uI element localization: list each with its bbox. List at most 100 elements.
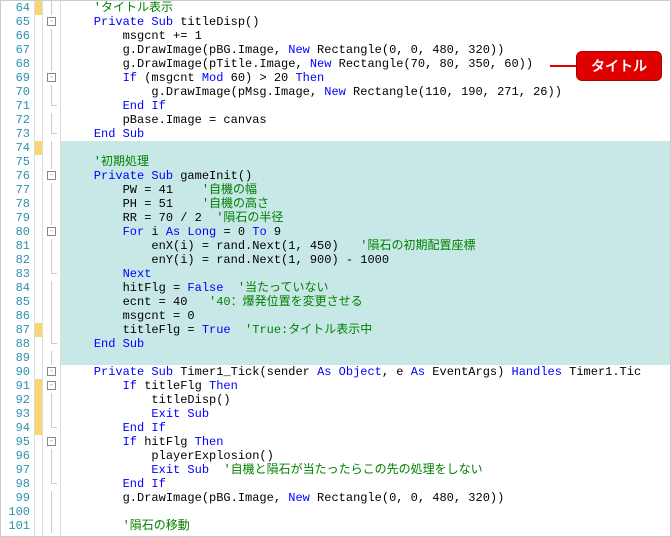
code-line[interactable]: enX(i) = rand.Next(1, 450) '隕石の初期配置座標 [61, 239, 670, 253]
code-line[interactable]: End Sub [61, 127, 670, 141]
fold-cell[interactable]: - [43, 169, 60, 183]
code-line[interactable]: msgcnt = 0 [61, 309, 670, 323]
code-line[interactable]: titleDisp() [61, 393, 670, 407]
code-token: '初期処理 [65, 155, 149, 169]
code-token: End If [123, 99, 166, 113]
code-line[interactable]: For i As Long = 0 To 9 [61, 225, 670, 239]
line-number: 77 [1, 183, 30, 197]
code-token: titleFlg [137, 379, 209, 393]
change-marker [35, 155, 42, 169]
code-token: '隕石の半径 [216, 211, 283, 225]
fold-toggle-icon[interactable]: - [47, 171, 56, 180]
code-line[interactable]: If (msgcnt Mod 60) > 20 Then [61, 71, 670, 85]
code-token [65, 71, 123, 85]
code-line[interactable]: PW = 41 '自機の幅 [61, 183, 670, 197]
code-token: As [411, 365, 425, 379]
code-line[interactable]: Exit Sub '自機と隕石が当たったらこの先の処理をしない [61, 463, 670, 477]
code-token: , e [382, 365, 411, 379]
code-token: If [123, 435, 137, 449]
code-token [65, 463, 151, 477]
code-token: End If [123, 477, 166, 491]
change-marker [35, 281, 42, 295]
code-line[interactable]: g.DrawImage(pMsg.Image, New Rectangle(11… [61, 85, 670, 99]
code-line[interactable]: Exit Sub [61, 407, 670, 421]
code-token: msgcnt = 0 [65, 309, 195, 323]
code-line[interactable]: If titleFlg Then [61, 379, 670, 393]
fold-cell[interactable]: - [43, 379, 60, 393]
code-line[interactable]: PH = 51 '自機の高さ [61, 197, 670, 211]
code-area[interactable]: 'タイトル表示 Private Sub titleDisp() msgcnt +… [61, 1, 670, 536]
code-line[interactable]: Private Sub titleDisp() [61, 15, 670, 29]
change-marker [35, 519, 42, 533]
code-token [231, 323, 245, 337]
code-line[interactable]: Next [61, 267, 670, 281]
code-token: 9 [267, 225, 281, 239]
code-line[interactable] [61, 505, 670, 519]
code-line[interactable]: msgcnt += 1 [61, 29, 670, 43]
code-line[interactable]: Private Sub gameInit() [61, 169, 670, 183]
change-marker [35, 127, 42, 141]
fold-cell [43, 449, 60, 463]
code-line[interactable]: End If [61, 99, 670, 113]
fold-toggle-icon[interactable]: - [47, 17, 56, 26]
fold-cell [43, 127, 60, 141]
code-token: ecnt = 40 [65, 295, 209, 309]
fold-toggle-icon[interactable]: - [47, 227, 56, 236]
code-line[interactable]: pBase.Image = canvas [61, 113, 670, 127]
fold-cell[interactable]: - [43, 225, 60, 239]
fold-cell [43, 351, 60, 365]
fold-cell[interactable]: - [43, 15, 60, 29]
code-line[interactable]: '初期処理 [61, 155, 670, 169]
fold-cell [43, 197, 60, 211]
fold-cell[interactable]: - [43, 435, 60, 449]
fold-toggle-icon[interactable]: - [47, 381, 56, 390]
code-line[interactable]: playerExplosion() [61, 449, 670, 463]
code-line[interactable]: enY(i) = rand.Next(1, 900) - 1000 [61, 253, 670, 267]
fold-cell [43, 337, 60, 351]
code-line[interactable]: g.DrawImage(pBG.Image, New Rectangle(0, … [61, 491, 670, 505]
code-line[interactable]: titleFlg = True 'True:タイトル表示中 [61, 323, 670, 337]
fold-cell [43, 295, 60, 309]
code-line[interactable]: hitFlg = False '当たっていない [61, 281, 670, 295]
code-line[interactable]: g.DrawImage(pBG.Image, New Rectangle(0, … [61, 43, 670, 57]
change-marker [35, 379, 42, 393]
change-marker [35, 407, 42, 421]
fold-toggle-icon[interactable]: - [47, 437, 56, 446]
change-marker [35, 85, 42, 99]
code-line[interactable]: If hitFlg Then [61, 435, 670, 449]
code-token: For [123, 225, 145, 239]
code-line[interactable] [61, 141, 670, 155]
code-line[interactable]: End If [61, 421, 670, 435]
change-marker [35, 421, 42, 435]
line-number: 75 [1, 155, 30, 169]
code-token: '自機の高さ [202, 197, 269, 211]
fold-toggle-icon[interactable]: - [47, 73, 56, 82]
fold-cell[interactable]: - [43, 365, 60, 379]
code-line[interactable]: g.DrawImage(pTitle.Image, New Rectangle(… [61, 57, 670, 71]
code-token: '当たっていない [238, 281, 329, 295]
line-number: 67 [1, 43, 30, 57]
line-number: 91 [1, 379, 30, 393]
code-line[interactable]: RR = 70 / 2 '隕石の半径 [61, 211, 670, 225]
line-number: 88 [1, 337, 30, 351]
code-token: '自機と隕石が当たったらこの先の処理をしない [223, 463, 482, 477]
fold-cell [43, 519, 60, 533]
code-line[interactable]: End Sub [61, 337, 670, 351]
code-line[interactable]: ecnt = 40 '40：爆発位置を変更させる [61, 295, 670, 309]
code-token [65, 407, 151, 421]
code-token: Mod [202, 71, 224, 85]
fold-cell [43, 463, 60, 477]
fold-toggle-icon[interactable]: - [47, 367, 56, 376]
fold-cell [43, 57, 60, 71]
code-token [65, 225, 123, 239]
code-line[interactable] [61, 351, 670, 365]
line-number: 69 [1, 71, 30, 85]
code-line[interactable]: Private Sub Timer1_Tick(sender As Object… [61, 365, 670, 379]
fold-gutter: - - - - - - - [43, 1, 61, 536]
fold-cell[interactable]: - [43, 71, 60, 85]
fold-cell [43, 155, 60, 169]
line-number: 84 [1, 281, 30, 295]
code-line[interactable]: 'タイトル表示 [61, 1, 670, 15]
code-line[interactable]: '隕石の移動 [61, 519, 670, 533]
code-line[interactable]: End If [61, 477, 670, 491]
